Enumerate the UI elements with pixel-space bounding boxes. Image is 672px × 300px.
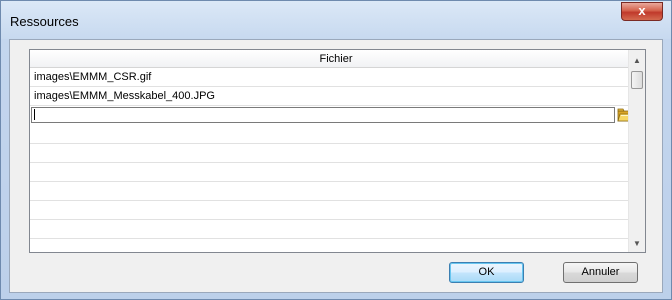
table-row[interactable]: images\EMMM_CSR.gif xyxy=(30,68,630,87)
dialog-client-area: Fichier images\EMMM_CSR.gif images\EMMM_… xyxy=(9,39,663,293)
table-row-empty xyxy=(30,201,630,220)
vertical-scrollbar[interactable]: ▲ ▼ xyxy=(628,50,645,252)
table-row[interactable]: images\EMMM_Messkabel_400.JPG xyxy=(30,87,630,106)
close-icon: x xyxy=(638,3,646,18)
cancel-button[interactable]: Annuler xyxy=(563,262,638,283)
dialog-window: Ressources x Fichier images\EMMM_CSR.gif… xyxy=(0,0,672,300)
column-header-fichier[interactable]: Fichier xyxy=(30,50,642,68)
resources-grid[interactable]: Fichier images\EMMM_CSR.gif images\EMMM_… xyxy=(29,49,646,253)
table-row-empty xyxy=(30,163,630,182)
table-row-empty xyxy=(30,144,630,163)
scroll-down-arrow-icon[interactable]: ▼ xyxy=(629,235,645,252)
title-bar[interactable]: Ressources x xyxy=(1,1,671,39)
table-row-empty xyxy=(30,220,630,239)
scrollbar-thumb[interactable] xyxy=(631,71,643,89)
file-path-input[interactable] xyxy=(31,107,615,123)
table-row-empty xyxy=(30,125,630,144)
text-caret xyxy=(34,109,35,120)
table-row-empty xyxy=(30,182,630,201)
close-button[interactable]: x xyxy=(621,2,663,21)
table-row-editing xyxy=(30,106,635,125)
window-title: Ressources xyxy=(10,14,79,29)
ok-button[interactable]: OK xyxy=(449,262,524,283)
scroll-up-arrow-icon[interactable]: ▲ xyxy=(629,52,645,69)
